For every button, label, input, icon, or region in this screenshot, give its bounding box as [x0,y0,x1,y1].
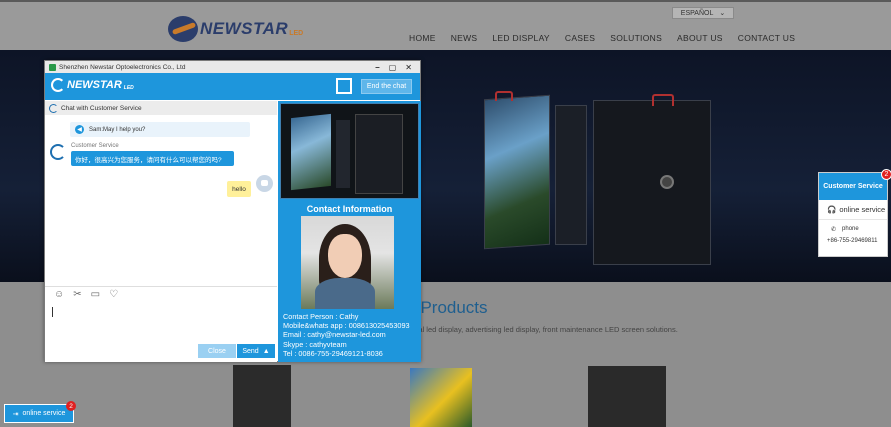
chat-logo: NEWSTAR LED [51,78,134,92]
newstar-icon [49,103,58,113]
products-heading: t Products [411,298,488,317]
logo-mark-icon [168,16,198,42]
qr-code-icon[interactable] [336,78,352,94]
logo-text: NEWSTAR [200,19,289,38]
emoji-icon[interactable]: ☺ [54,289,64,300]
agent-message: 你好，很高兴为您服务，请问有什么可以帮您的吗? [71,151,234,166]
heart-icon[interactable]: ♡ [109,289,118,300]
send-options-icon[interactable]: ▲ [263,348,270,355]
folder-icon[interactable]: ▭ [91,289,100,300]
minimize-icon[interactable]: – [375,63,379,72]
nav-about-us[interactable]: ABOUT US [677,33,723,43]
led-panel-handle [495,91,513,101]
contact-mobile: Mobile&whats app : 008613025453093 [283,321,410,331]
agent-avatar [50,144,66,160]
products-subtitle: ssional rental led display, advertising … [380,325,678,334]
user-avatar [256,175,273,192]
maximize-icon[interactable]: ▢ [389,63,397,72]
photo-face [328,234,362,278]
contact-skype: Skype : cathyvteam [283,339,347,349]
user-message: hello [227,181,251,197]
close-icon[interactable]: ✕ [405,63,412,72]
nav-cases[interactable]: CASES [565,33,595,43]
language-label: ESPAÑOL [680,9,714,17]
photo-body [315,278,375,309]
customer-service-widget: Customer Service 2 🎧 online service ✆ ph… [818,169,891,257]
message-input[interactable] [45,302,277,344]
chat-logo-text: NEWSTAR [67,79,122,91]
contact-title: Contact Information [306,204,393,214]
product-thumb[interactable] [410,368,472,427]
cs-online-service[interactable]: 🎧 online service [819,200,887,220]
site-header: NEWSTAR LED ESPAÑOL ⌄ HOME NEWS LED DISP… [0,0,891,50]
main-nav: HOME NEWS LED DISPLAY CASES SOLUTIONS AB… [409,33,795,43]
text-caret [52,307,53,317]
panel-connector [660,175,674,189]
chat-titlebar: Shenzhen Newstar Optoelectronics Co., Lt… [45,61,420,73]
site-logo[interactable]: NEWSTAR LED [168,16,303,42]
logo-swirl-icon [51,78,65,92]
cs-phone[interactable]: ✆ phone [819,220,887,238]
cs-title: Customer Service [819,173,887,200]
contact-photo [301,216,394,309]
send-button[interactable]: Send ▲ [237,344,275,358]
contact-pane: Contact Information Contact Person : Cat… [278,101,421,362]
product-thumb[interactable] [233,365,291,427]
online-service-label: online service [22,410,66,417]
product-photo [280,103,419,199]
phone-icon: ✆ [831,226,837,233]
contact-email: Email : cathy@newstar-led.com [283,330,386,340]
cs-phone-label: phone [842,226,859,232]
scissors-icon[interactable]: ✂ [73,289,81,300]
window-title: Shenzhen Newstar Optoelectronics Co., Lt… [59,63,186,71]
contact-person: Contact Person : Cathy [283,312,359,321]
app-icon [49,63,56,71]
chat-header: NEWSTAR LED End the chat [45,73,420,100]
pane-label-text: Chat with Customer Service [61,104,142,112]
close-button[interactable]: Close [198,344,236,358]
led-panel-image [555,105,587,245]
cs-phone-number: +86-755-29469811 [827,238,878,244]
help-text: Sam:May I help you? [89,126,146,133]
arrow-left-icon: ◀ [75,125,84,134]
contact-tel: Tel : 0086-755-29469121-8036 [283,348,383,358]
send-label: Send [242,347,259,355]
help-message: ◀ Sam:May I help you? [70,122,250,137]
chevron-down-icon: ⌄ [719,10,726,17]
chat-window: Shenzhen Newstar Optoelectronics Co., Lt… [44,60,421,362]
cs-badge: 2 [881,169,891,180]
language-select[interactable]: ESPAÑOL ⌄ [672,7,734,19]
led-panel-image [593,100,711,265]
online-service-badge: 2 [66,401,76,411]
nav-home[interactable]: HOME [409,33,436,43]
end-chat-button[interactable]: End the chat [361,79,412,94]
nav-led-display[interactable]: LED DISPLAY [492,33,549,43]
online-service-button[interactable]: ⇥ online service [4,404,74,423]
nav-news[interactable]: NEWS [451,33,478,43]
contact-details: Contact Person : Cathy Mobile&whats app … [283,312,410,358]
product-thumb[interactable] [588,366,666,427]
cs-online-label: online service [839,205,886,214]
conversation-pane: Chat with Customer Service ◀ Sam:May I h… [45,101,277,362]
led-panel-handle [652,94,674,106]
chat-icon: ⇥ [12,410,19,418]
agent-name: Customer Service [71,143,119,149]
headset-icon: 🎧 [827,205,837,214]
pane-label: Chat with Customer Service [45,101,277,115]
nav-contact-us[interactable]: CONTACT US [738,33,795,43]
chat-logo-suffix: LED [123,85,134,91]
led-panel-image [484,94,550,250]
logo-suffix: LED [289,29,304,37]
chat-toolbar: ☺ ✂ ▭ ♡ [45,286,277,302]
nav-solutions[interactable]: SOLUTIONS [610,33,662,43]
